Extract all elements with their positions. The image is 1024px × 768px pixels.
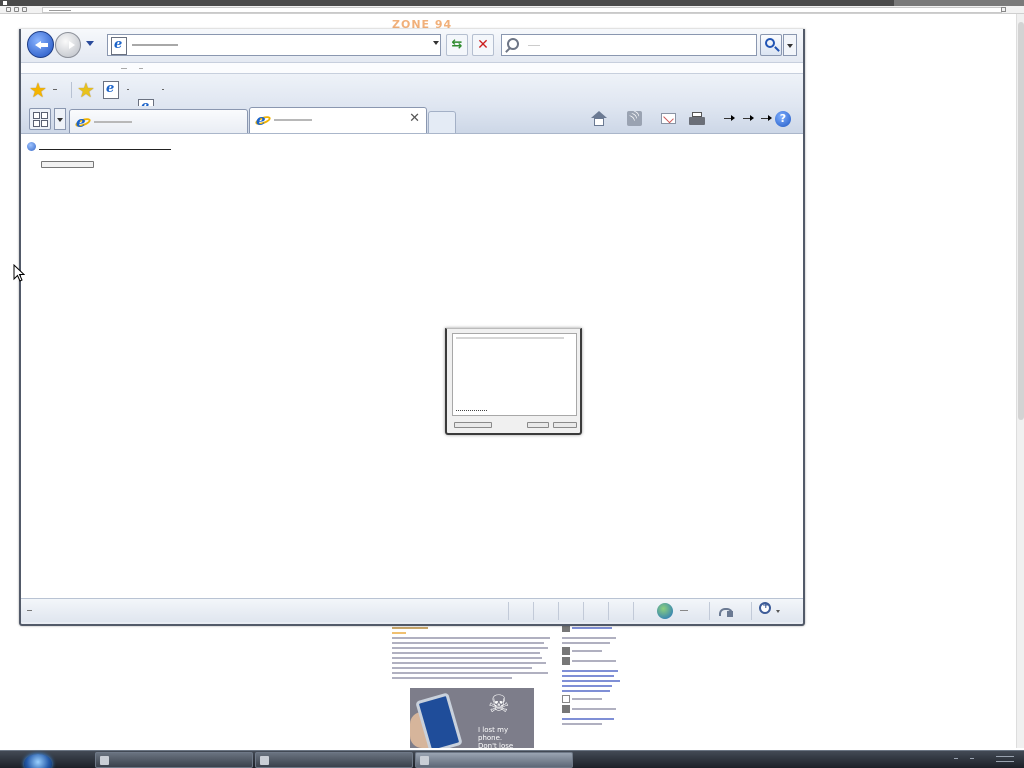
stop-button[interactable]: ✕ — [472, 34, 494, 56]
page-content — [21, 134, 803, 598]
search-options-dropdown[interactable] — [783, 34, 797, 56]
zoom-dropdown[interactable] — [776, 610, 780, 613]
zoom-icon[interactable] — [759, 601, 771, 614]
background-article: ☠ I lost my phone. Don't lose yours. — [388, 624, 628, 748]
advertisement-image[interactable]: ☠ I lost my phone. Don't lose yours. — [410, 688, 534, 748]
status-bar — [21, 598, 803, 622]
home-button[interactable] — [591, 111, 607, 127]
feeds-button[interactable] — [627, 111, 642, 126]
outer-window-icon — [3, 1, 7, 5]
new-tab-button[interactable] — [428, 111, 456, 133]
search-button[interactable] — [760, 34, 782, 56]
dialog-button-1[interactable] — [454, 422, 492, 428]
print-button[interactable] — [689, 111, 705, 126]
outer-menu-button[interactable] — [1001, 7, 1006, 12]
tab-bar: e e ✕ ? — [21, 106, 803, 134]
search-placeholder — [528, 45, 540, 46]
recent-pages-dropdown[interactable] — [86, 41, 94, 46]
page-icon: e — [111, 37, 127, 55]
ie-window: e ⇆ ✕ ★ ★ e e e ✕))) ? + — [19, 29, 805, 626]
magnifier-icon — [765, 38, 775, 48]
search-icon — [507, 38, 519, 50]
outer-address-field[interactable] — [42, 7, 1002, 13]
address-bar[interactable]: e — [107, 34, 441, 56]
address-dropdown[interactable] — [433, 41, 439, 45]
help-button[interactable]: ? — [775, 111, 791, 127]
menu-strip — [21, 62, 803, 74]
tab-list-dropdown[interactable] — [54, 108, 66, 130]
search-input[interactable] — [501, 34, 757, 56]
tools-menu-arrow-icon — [743, 114, 757, 124]
tools-menu-button[interactable] — [743, 111, 757, 124]
dialog-content-pane — [452, 333, 577, 416]
outer-toolbar — [0, 6, 1024, 14]
page-menu-arrow-icon — [724, 114, 738, 124]
outer-forward-button[interactable] — [14, 7, 19, 12]
favorite-site-icon[interactable]: e — [103, 81, 119, 99]
printer-icon — [689, 112, 705, 126]
error-divider — [39, 149, 171, 150]
dialog-link[interactable] — [456, 409, 487, 411]
taskbar — [0, 750, 1024, 768]
tab-title — [94, 121, 132, 123]
outer-scrollbar-thumb[interactable] — [1018, 22, 1024, 420]
read-mail-button[interactable] — [661, 111, 676, 124]
taskbar-button-3[interactable] — [415, 752, 573, 768]
modal-dialog — [445, 328, 582, 435]
internet-zone-icon[interactable] — [657, 603, 673, 619]
dialog-message — [456, 337, 564, 339]
article-text-column — [392, 624, 552, 682]
status-text — [27, 610, 32, 611]
help-icon: ? — [775, 111, 791, 127]
ie-icon — [420, 756, 429, 765]
address-url — [132, 44, 178, 46]
outer-back-button[interactable] — [6, 7, 11, 12]
skull-crossbones-icon: ☠ — [488, 690, 510, 718]
app-icon — [260, 756, 269, 765]
favorites-center-icon[interactable]: ★ — [29, 80, 47, 100]
navigation-bar: e ⇆ ✕ — [21, 29, 803, 62]
info-globe-icon — [27, 142, 36, 151]
taskbar-button-1[interactable] — [95, 752, 253, 768]
diagnose-button[interactable] — [41, 161, 94, 168]
ie-icon: e — [254, 111, 272, 129]
forward-button[interactable] — [55, 32, 81, 58]
outer-refresh-button[interactable] — [22, 7, 27, 12]
taskbar-button-2[interactable] — [255, 752, 413, 768]
dialog-button-2[interactable] — [527, 422, 549, 428]
add-to-favorites-icon[interactable]: ★ — [77, 80, 95, 100]
outer-scrollbar[interactable] — [1016, 14, 1024, 748]
close-tab-icon[interactable]: ✕ — [409, 111, 420, 126]
tab-title — [274, 119, 312, 121]
protected-mode-icon[interactable] — [719, 604, 735, 618]
start-button[interactable] — [24, 754, 52, 768]
system-tray — [950, 752, 1020, 768]
quick-tabs-button[interactable] — [29, 108, 51, 130]
mail-icon — [661, 113, 676, 124]
chevron-arrow-icon — [761, 114, 775, 124]
rss-icon — [627, 111, 642, 126]
ad-caption: I lost my phone. Don't lose yours. — [478, 726, 514, 748]
zone-label — [680, 610, 688, 611]
ie-icon: e — [74, 113, 92, 131]
favorites-bar: ★ ★ e e — [21, 74, 803, 117]
dialog-button-3[interactable] — [553, 422, 577, 428]
home-icon — [591, 111, 607, 127]
refresh-button[interactable]: ⇆ — [446, 34, 468, 56]
comments-column — [562, 624, 624, 728]
clock[interactable] — [996, 756, 1014, 757]
tab-1[interactable]: e — [69, 109, 248, 133]
page-menu-button[interactable] — [724, 111, 738, 124]
app-icon — [100, 756, 109, 765]
favorites-separator — [71, 82, 72, 98]
back-button[interactable] — [27, 31, 54, 58]
more-tools-button[interactable] — [761, 111, 775, 124]
tab-2[interactable]: e ✕ — [249, 107, 427, 133]
